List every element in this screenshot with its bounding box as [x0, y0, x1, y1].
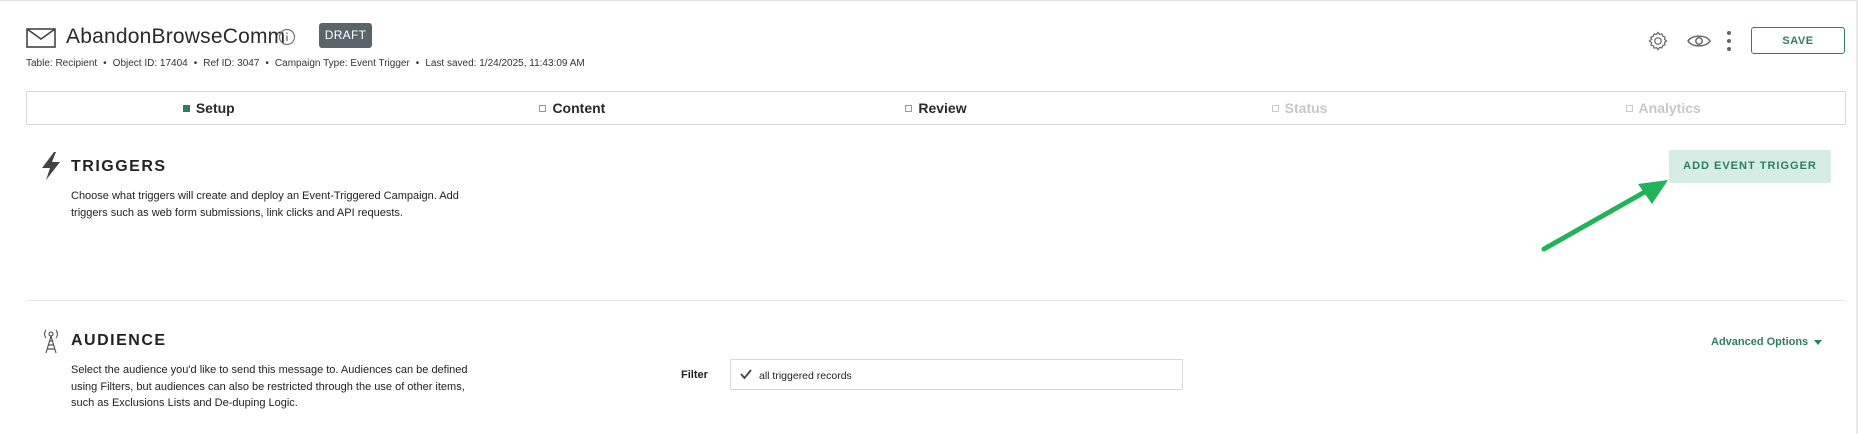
- advanced-options-toggle[interactable]: Advanced Options: [1711, 336, 1823, 348]
- tab-review[interactable]: Review: [754, 92, 1118, 124]
- filter-field[interactable]: all triggered records: [730, 359, 1183, 390]
- tab-label: Setup: [195, 100, 235, 116]
- tab-setup[interactable]: Setup: [27, 92, 391, 124]
- mail-icon: [26, 28, 56, 48]
- wizard-tabs: Setup Content Review Status Analytics: [26, 91, 1846, 125]
- bolt-icon: [42, 152, 60, 180]
- meta-campaign-type: Campaign Type: Event Trigger: [274, 58, 410, 69]
- tab-label: Content: [552, 100, 606, 116]
- kebab-menu-icon[interactable]: [1725, 30, 1733, 52]
- tab-label: Analytics: [1638, 100, 1701, 116]
- info-icon[interactable]: [278, 28, 296, 46]
- tab-analytics: Analytics: [1481, 92, 1845, 124]
- tab-label: Review: [918, 100, 967, 116]
- status-badge: DRAFT: [319, 23, 372, 48]
- top-border: [0, 0, 1858, 1]
- step-indicator: [1271, 104, 1279, 112]
- check-icon: [740, 369, 752, 380]
- step-indicator: [182, 104, 190, 112]
- section-divider: [26, 300, 1846, 301]
- meta-separator: •: [265, 58, 269, 69]
- antenna-tower-icon: [43, 329, 59, 354]
- meta-separator: •: [415, 58, 420, 69]
- meta-last-saved: Last saved: 1/24/2025, 11:43:09 AM: [425, 58, 585, 69]
- save-button[interactable]: SAVE: [1751, 27, 1845, 54]
- chevron-down-icon: [1814, 339, 1823, 345]
- step-indicator: [539, 104, 547, 112]
- filter-value: all triggered records: [759, 370, 852, 382]
- gear-icon[interactable]: [1647, 30, 1669, 52]
- add-event-trigger-button[interactable]: ADD EVENT TRIGGER: [1669, 150, 1831, 183]
- meta-object-id: Object ID: 17404: [112, 58, 188, 69]
- tab-content[interactable]: Content: [391, 92, 755, 124]
- annotation-arrow-icon: [1541, 180, 1668, 252]
- meta-table: Table: Recipient: [26, 58, 98, 69]
- audience-title: AUDIENCE: [71, 332, 167, 349]
- audience-description: Select the audience you'd like to send t…: [71, 364, 468, 409]
- campaign-meta: Table: Recipient • Object ID: 17404 • Ref ID…: [26, 58, 585, 69]
- triggers-title: TRIGGERS: [71, 158, 167, 175]
- step-indicator: [905, 104, 913, 112]
- advanced-options-label: Advanced Options: [1711, 336, 1809, 348]
- meta-ref-id: Ref ID: 3047: [203, 58, 260, 69]
- eye-icon[interactable]: [1687, 33, 1711, 49]
- step-indicator: [1625, 104, 1633, 112]
- tab-label: Status: [1284, 100, 1328, 116]
- tab-status: Status: [1118, 92, 1482, 124]
- meta-separator: •: [193, 58, 198, 69]
- filter-label: Filter: [681, 369, 708, 381]
- triggers-description: Choose what triggers will create and dep…: [71, 190, 459, 219]
- page-title: AbandonBrowseComm: [66, 25, 286, 48]
- meta-separator: •: [103, 58, 107, 69]
